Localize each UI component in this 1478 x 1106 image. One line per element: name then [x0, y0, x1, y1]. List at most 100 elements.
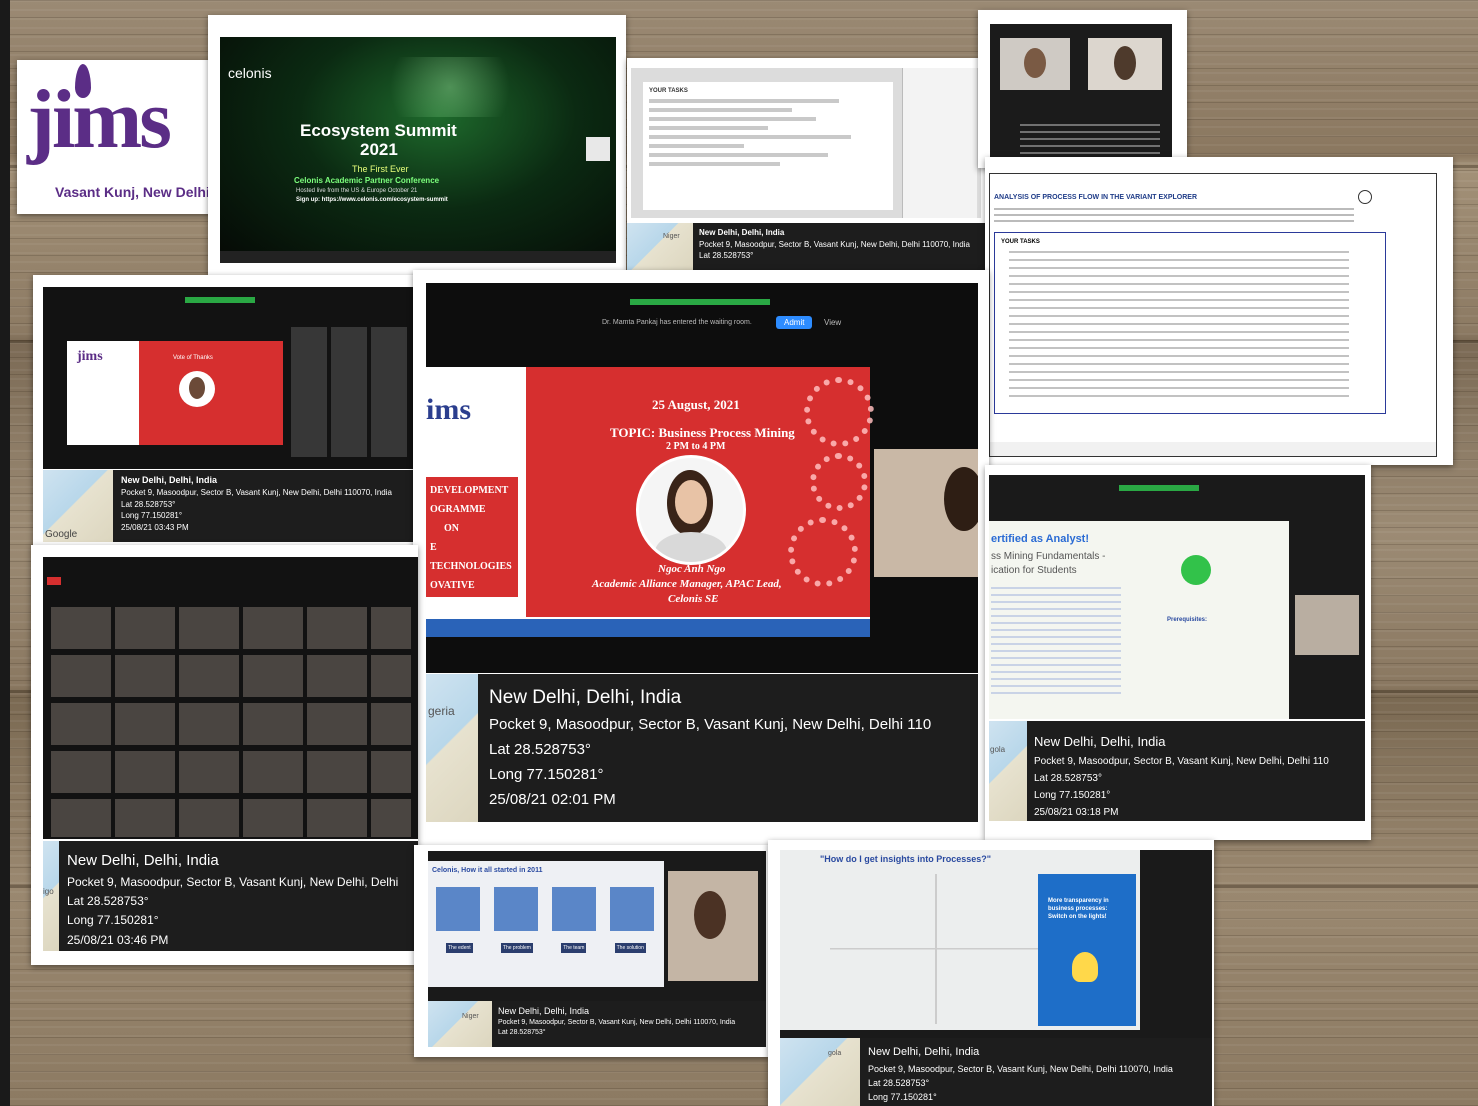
- analyst-title: ertified as Analyst!: [991, 533, 1090, 545]
- gallery-photo: igo New Delhi, Delhi, India Pocket 9, Ma…: [31, 545, 418, 965]
- admit-button[interactable]: Admit: [776, 316, 813, 329]
- slide-red-panel: Vote of Thanks: [139, 341, 283, 445]
- geotag-date: 25/08/21 03:18 PM: [1034, 807, 1119, 819]
- speaker-photo: [636, 455, 746, 565]
- geotag-long: Long 77.150281°: [868, 1092, 937, 1103]
- summit-title: Ecosystem Summit: [300, 121, 457, 140]
- geotag-3: geria New Delhi, Delhi, India Pocket 9, …: [426, 674, 978, 822]
- analyst-body: [991, 587, 1121, 697]
- geotag-city: New Delhi, Delhi, India: [67, 852, 219, 869]
- story-label: The solution: [614, 943, 646, 953]
- participant-video: [1295, 595, 1359, 655]
- gear-icon: [788, 517, 858, 587]
- analysis-photo: ANALYSIS OF PROCESS FLOW IN THE VARIANT …: [985, 157, 1453, 465]
- analysis-heading: ANALYSIS OF PROCESS FLOW IN THE VARIANT …: [994, 194, 1198, 201]
- insights-photo: "How do I get insights into Processes?" …: [768, 840, 1214, 1106]
- insights-slide: "How do I get insights into Processes?" …: [780, 850, 1140, 1030]
- geotag-5: igo New Delhi, Delhi, India Pocket 9, Ma…: [43, 841, 418, 951]
- geotag-lat: Lat 28.528753°: [67, 894, 149, 909]
- story-title: Celonis, How it all started in 2011: [432, 867, 543, 874]
- map-credit: Google: [45, 529, 78, 540]
- vote-of-thanks-photo: jims Vote of Thanks Google New Delhi, De…: [33, 275, 419, 547]
- pickaxe-icon: [1181, 555, 1211, 585]
- geotag-long: Long 77.150281°: [1034, 790, 1111, 802]
- analysis-intro: [994, 208, 1354, 224]
- geotag-lat: Lat 28.528753°: [121, 499, 176, 509]
- tasks-box: YOUR TASKS: [994, 232, 1386, 414]
- insights-blue-panel: More transparency in business processes:…: [1038, 874, 1136, 1026]
- story-screen: Celonis, How it all started in 2011 The …: [428, 851, 766, 1001]
- story-photo: Celonis, How it all started in 2011 The …: [414, 845, 770, 1057]
- view-button[interactable]: View: [824, 318, 841, 327]
- geotag-address: Pocket 9, Masoodpur, Sector B, Vasant Ku…: [489, 716, 932, 734]
- geotag-7: gola New Delhi, Delhi, India Pocket 9, M…: [780, 1038, 1212, 1106]
- slide-left-line: OVATIVE SOLUTIONS: [430, 580, 489, 610]
- geotag-address: Pocket 9, Masoodpur, Sector B, Vasant Ku…: [1034, 756, 1329, 768]
- gallery-thumbnails: [291, 327, 409, 457]
- geotag-address: Pocket 9, Masoodpur, Sector B, Vasant Ku…: [67, 875, 399, 889]
- tasks-label: YOUR TASKS: [649, 88, 688, 94]
- map-thumbnail: Niger: [627, 223, 693, 270]
- logo-wordmark: jims: [27, 73, 172, 166]
- geotag-long: Long 77.150281°: [489, 765, 604, 783]
- insights-grid: [830, 874, 1042, 1024]
- summit-screen: celonis Ecosystem Summit 2021 The First …: [220, 37, 616, 263]
- celonis-c-icon: [1358, 190, 1372, 204]
- left-border: [0, 0, 10, 1106]
- slide-time: 2 PM to 4 PM: [666, 441, 726, 452]
- gear-icon: [810, 453, 868, 511]
- analyst-photo: ertified as Analyst! ss Mining Fundament…: [985, 465, 1371, 840]
- story-images: [436, 887, 656, 931]
- slide-left-line: OGRAMME: [430, 504, 486, 515]
- tasks-label: YOUR TASKS: [1001, 239, 1040, 245]
- map-thumbnail: Google: [43, 470, 113, 542]
- tasks-screen: YOUR TASKS: [631, 68, 981, 218]
- geotag-lat: Lat 28.528753°: [699, 251, 754, 261]
- geotag-city: New Delhi, Delhi, India: [489, 687, 682, 708]
- geotag-date: 25/08/21 03:46 PM: [67, 932, 169, 947]
- zoom-notice-bar: [630, 299, 770, 305]
- geotag-1: Niger New Delhi, Delhi, India Pocket 9, …: [627, 223, 985, 270]
- geotag-2: Google New Delhi, Delhi, India Pocket 9,…: [43, 470, 413, 542]
- chat-text: [1020, 124, 1160, 154]
- geotag-city: New Delhi, Delhi, India: [699, 228, 785, 237]
- speaker-name: Ngoc Anh Ngo: [658, 563, 726, 575]
- geotag-lat: Lat 28.528753°: [489, 741, 591, 759]
- map-thumbnail: igo: [43, 841, 59, 951]
- geotag-city: New Delhi, Delhi, India: [868, 1046, 980, 1058]
- participant-video: [1088, 38, 1162, 90]
- analyst-sub1: ss Mining Fundamentals -: [991, 551, 1106, 562]
- tasks-photo: YOUR TASKS Niger New Delhi, Delhi, India…: [627, 58, 985, 270]
- logo-subtitle: Vasant Kunj, New Delhi: [55, 184, 210, 200]
- slide-left-line: E TECHNOLOGIES: [430, 542, 512, 572]
- geotag-address: Pocket 9, Masoodpur, Sector B, Vasant Ku…: [868, 1063, 1173, 1074]
- gear-icon: [804, 377, 874, 447]
- map-thumbnail: gola: [989, 721, 1027, 821]
- analysis-screen: ANALYSIS OF PROCESS FLOW IN THE VARIANT …: [989, 173, 1437, 457]
- geotag-lat: Lat 28.528753°: [498, 1029, 546, 1037]
- geotag-city: New Delhi, Delhi, India: [121, 475, 218, 485]
- celonis-brand: celonis: [228, 65, 272, 81]
- slide-left-line: DEVELOPMENT: [430, 485, 509, 496]
- map-thumbnail: geria: [426, 674, 478, 822]
- summit-hosted: Hosted live from the US & Europe October…: [296, 188, 418, 194]
- gallery-grid-screen: [43, 557, 418, 839]
- map-thumbnail: gola: [780, 1038, 860, 1106]
- geotag-6: Niger New Delhi, Delhi, India Pocket 9, …: [428, 1001, 766, 1047]
- insights-title: "How do I get insights into Processes?": [820, 854, 992, 864]
- geotag-lat: Lat 28.528753°: [1034, 773, 1102, 785]
- zoom-toolbar: [220, 251, 616, 263]
- gallery-screen: jims Vote of Thanks: [43, 287, 413, 469]
- presenter-video: [668, 871, 758, 981]
- geotag-address: Pocket 9, Masoodpur, Sector B, Vasant Ku…: [699, 239, 970, 249]
- slide-topic: TOPIC: Business Process Mining: [610, 425, 795, 440]
- insights-blue-text: More transparency in business processes:…: [1048, 898, 1109, 920]
- speaker-photo: [179, 371, 215, 407]
- summit-signup: Sign up: https://www.celonis.com/ecosyst…: [296, 197, 448, 203]
- slide-body: ims DEVELOPMENT OGRAMME ON E TECHNOLOGIE…: [426, 367, 874, 637]
- analyst-slide: ertified as Analyst! ss Mining Fundament…: [989, 521, 1289, 719]
- geotag-lat: Lat 28.528753°: [868, 1077, 930, 1088]
- thanks-slide: jims Vote of Thanks: [67, 341, 283, 445]
- record-badge: [47, 577, 61, 585]
- geotag-long: Long 77.150281°: [121, 511, 183, 521]
